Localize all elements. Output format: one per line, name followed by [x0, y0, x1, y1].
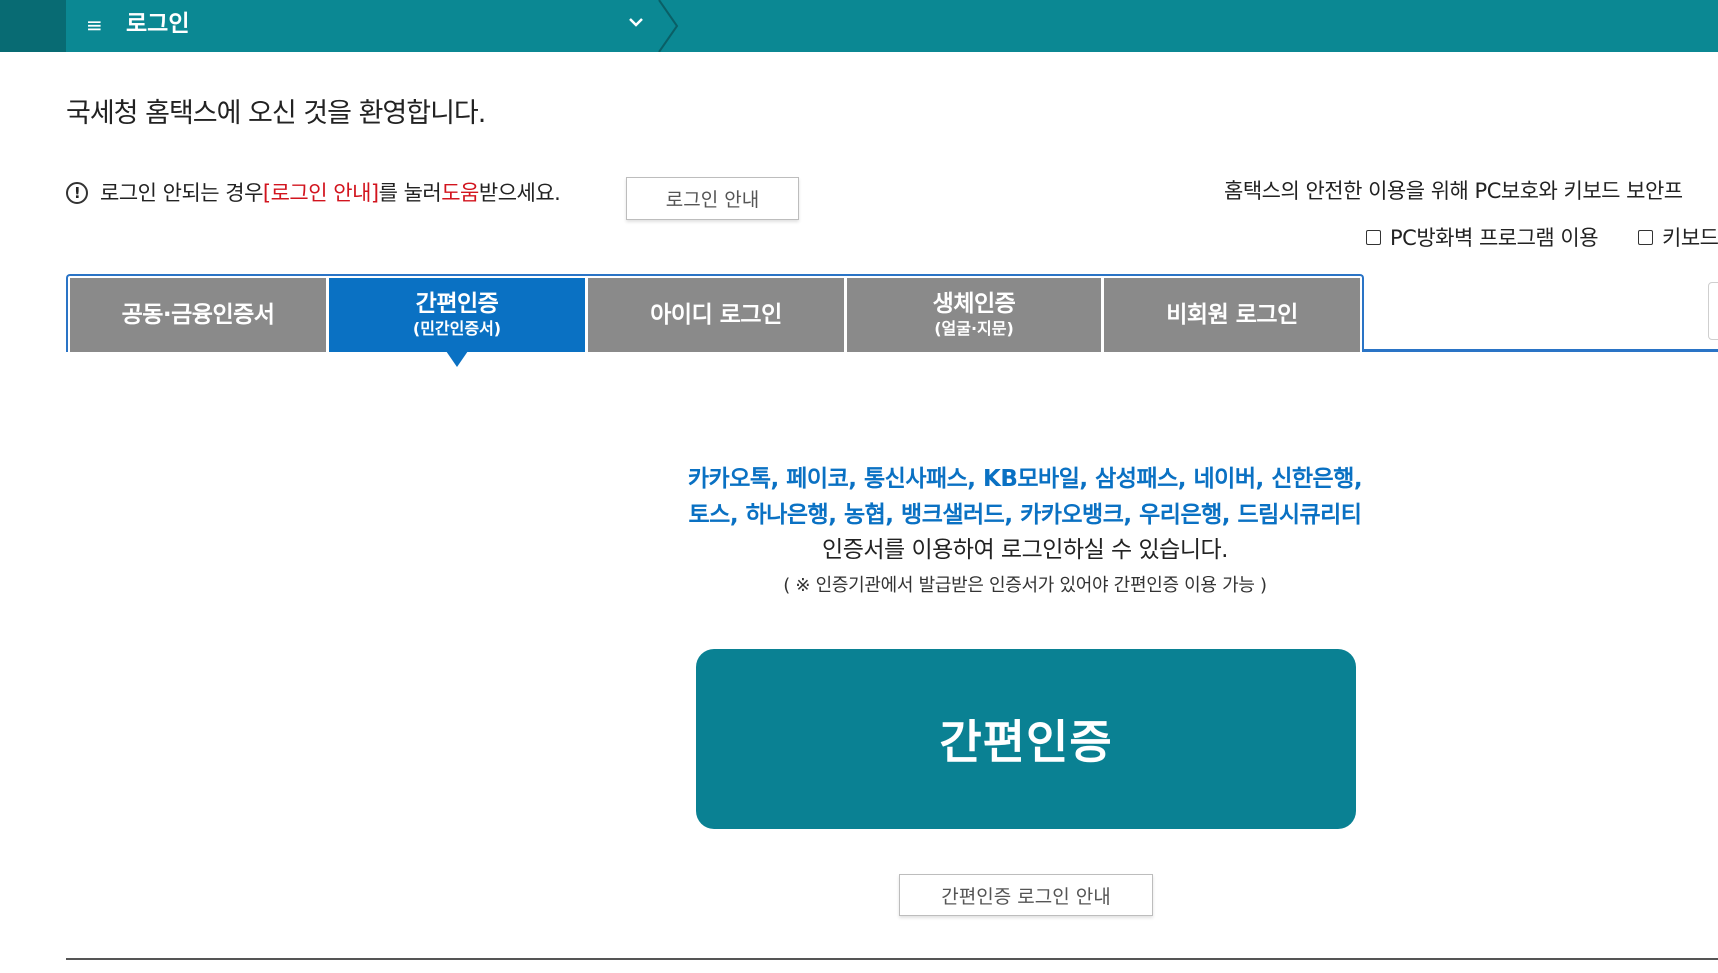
chevron-down-icon[interactable]: [628, 14, 644, 30]
tab-biometric[interactable]: 생체인증 (얼굴·지문): [847, 278, 1101, 352]
login-guide-button[interactable]: 로그인 안내: [626, 177, 799, 220]
simple-auth-guide-button[interactable]: 간편인증 로그인 안내: [899, 874, 1153, 916]
menu-icon[interactable]: ≡: [86, 11, 103, 39]
exclamation-icon: !: [66, 182, 88, 204]
breadcrumb-separator-icon: [658, 0, 679, 52]
pc-firewall-label: PC방화벽 프로그램 이용: [1390, 226, 1599, 250]
top-navigation-bar: ≡ 로그인: [0, 0, 1718, 52]
tab-sublabel: (얼굴·지문): [934, 319, 1014, 338]
page-title: 로그인: [126, 11, 190, 37]
providers-line-2: 토스, 하나은행, 농협, 뱅크샐러드, 카카오뱅크, 우리은행, 드림시큐리티: [688, 502, 1362, 528]
tab-label: 간편인증: [415, 291, 499, 317]
login-help-notice: ! 로그인 안되는 경우 [로그인 안내] 를 눌러 도움 받으세요.: [66, 178, 561, 208]
home-area[interactable]: [0, 0, 66, 52]
tab-label: 생체인증: [932, 291, 1016, 317]
login-description: 인증서를 이용하여 로그인하실 수 있습니다.: [822, 537, 1228, 563]
tab-simple-auth[interactable]: 간편인증 (민간인증서): [329, 278, 585, 352]
keyboard-security-label: 키보드: [1662, 226, 1718, 250]
tab-sublabel: (민간인증서): [412, 319, 502, 338]
security-notice: 홈택스의 안전한 이용을 위해 PC보호와 키보드 보안프: [1224, 179, 1683, 203]
tab-label: 공동·금융인증서: [121, 302, 275, 328]
tab-guest-login[interactable]: 비회원 로그인: [1104, 278, 1360, 352]
side-panel-edge: [1708, 282, 1718, 340]
tab-certificate[interactable]: 공동·금융인증서: [70, 278, 326, 352]
simple-auth-button[interactable]: 간편인증: [696, 649, 1356, 829]
pc-firewall-option[interactable]: PC방화벽 프로그램 이용: [1366, 222, 1599, 252]
content-bottom-divider: [66, 958, 1718, 960]
notice-middle: 를 눌러: [378, 181, 442, 205]
providers-line-1: 카카오톡, 페이코, 통신사패스, KB모바일, 삼성패스, 네이버, 신한은행…: [687, 466, 1363, 492]
tab-label: 아이디 로그인: [650, 302, 782, 328]
keyboard-security-checkbox[interactable]: [1638, 229, 1653, 245]
active-tab-indicator: [446, 351, 468, 367]
login-guide-link[interactable]: [로그인 안내]: [263, 178, 379, 208]
tabs-underline: [1362, 349, 1718, 352]
tab-id-login[interactable]: 아이디 로그인: [588, 278, 844, 352]
certificate-note: ( ※ 인증기관에서 발급받은 인증서가 있어야 간편인증 이용 가능 ): [783, 575, 1267, 596]
notice-suffix: 받으세요.: [478, 181, 561, 205]
keyboard-security-option[interactable]: 키보드: [1638, 222, 1718, 252]
welcome-message: 국세청 홈택스에 오신 것을 환영합니다.: [66, 98, 486, 129]
help-text: 도움: [441, 181, 479, 205]
notice-prefix: 로그인 안되는 경우: [100, 181, 263, 205]
pc-firewall-checkbox[interactable]: [1366, 229, 1381, 245]
supported-providers: 카카오톡, 페이코, 통신사패스, KB모바일, 삼성패스, 네이버, 신한은행…: [560, 461, 1490, 533]
tab-label: 비회원 로그인: [1166, 302, 1298, 328]
